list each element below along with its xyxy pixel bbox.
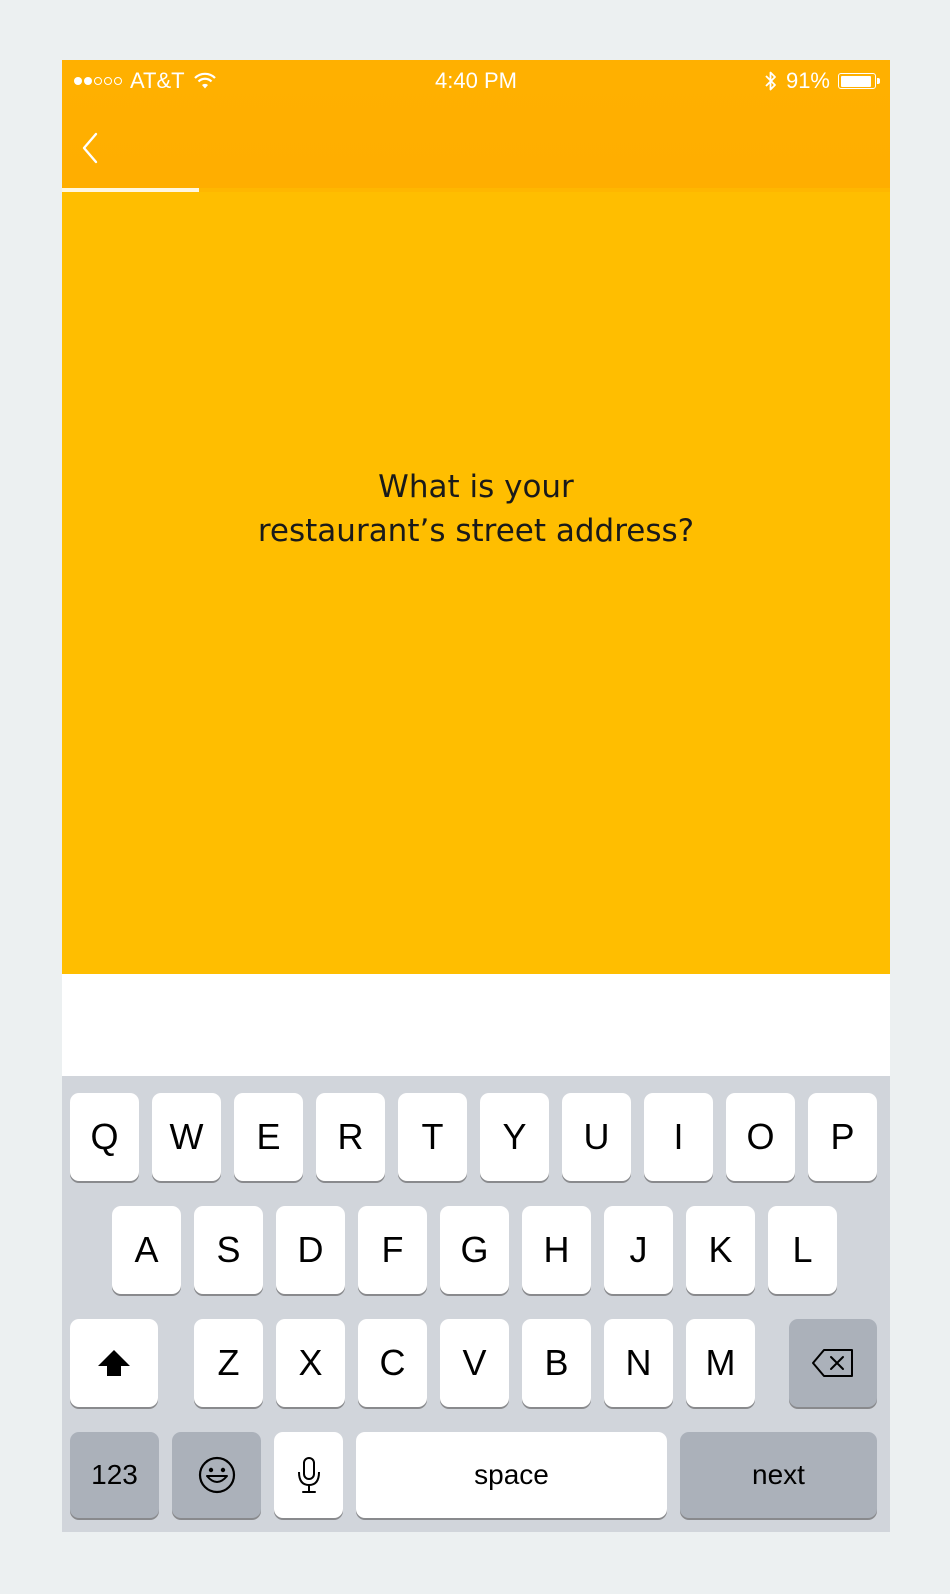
- microphone-key[interactable]: [274, 1432, 343, 1518]
- key-s[interactable]: S: [194, 1206, 263, 1294]
- key-i[interactable]: I: [644, 1093, 713, 1181]
- space-key[interactable]: space: [356, 1432, 667, 1518]
- status-bar: AT&T 4:40 PM 91%: [62, 60, 890, 104]
- emoji-icon: [198, 1456, 235, 1494]
- shift-arrow-icon: [98, 1350, 130, 1376]
- key-l[interactable]: L: [768, 1206, 837, 1294]
- question-line-2: restaurant’s street address?: [257, 513, 695, 549]
- key-o[interactable]: O: [726, 1093, 795, 1181]
- key-u[interactable]: U: [562, 1093, 631, 1181]
- shift-key[interactable]: [70, 1319, 158, 1407]
- bluetooth-icon: [765, 71, 776, 91]
- backspace-icon: [812, 1349, 853, 1377]
- key-c[interactable]: C: [358, 1319, 427, 1407]
- battery-fill: [840, 75, 871, 87]
- key-y[interactable]: Y: [480, 1093, 549, 1181]
- emoji-key[interactable]: [172, 1432, 261, 1518]
- key-v[interactable]: V: [440, 1319, 509, 1407]
- back-button[interactable]: [74, 126, 114, 170]
- app-screen: AT&T 4:40 PM 91% What is your restaurant…: [62, 60, 890, 1532]
- question-text: What is your restaurant’s street address…: [196, 465, 756, 553]
- microphone-icon: [297, 1457, 320, 1493]
- key-f[interactable]: F: [358, 1206, 427, 1294]
- key-r[interactable]: R: [316, 1093, 385, 1181]
- key-j[interactable]: J: [604, 1206, 673, 1294]
- key-q[interactable]: Q: [70, 1093, 139, 1181]
- key-t[interactable]: T: [398, 1093, 467, 1181]
- battery-area: 91%: [764, 68, 880, 94]
- address-input-area[interactable]: [62, 974, 890, 1076]
- question-line-1: What is your: [378, 469, 574, 505]
- question-panel: What is your restaurant’s street address…: [62, 192, 890, 974]
- key-g[interactable]: G: [440, 1206, 509, 1294]
- numbers-key[interactable]: 123: [70, 1432, 159, 1518]
- key-z[interactable]: Z: [194, 1319, 263, 1407]
- key-x[interactable]: X: [276, 1319, 345, 1407]
- key-d[interactable]: D: [276, 1206, 345, 1294]
- battery-percent: 91%: [785, 68, 830, 93]
- header-bar: AT&T 4:40 PM 91%: [62, 60, 890, 190]
- key-e[interactable]: E: [234, 1093, 303, 1181]
- key-k[interactable]: K: [686, 1206, 755, 1294]
- delete-key[interactable]: [789, 1319, 877, 1407]
- key-a[interactable]: A: [112, 1206, 181, 1294]
- battery-icon: [838, 73, 880, 89]
- next-key[interactable]: next: [680, 1432, 877, 1518]
- key-n[interactable]: N: [604, 1319, 673, 1407]
- key-b[interactable]: B: [522, 1319, 591, 1407]
- key-m[interactable]: M: [686, 1319, 755, 1407]
- key-p[interactable]: P: [808, 1093, 877, 1181]
- key-w[interactable]: W: [152, 1093, 221, 1181]
- keyboard: Q W E R T Y U I O P A S D F G H J K L Z …: [62, 1076, 890, 1532]
- chevron-left-icon: [82, 132, 98, 164]
- key-h[interactable]: H: [522, 1206, 591, 1294]
